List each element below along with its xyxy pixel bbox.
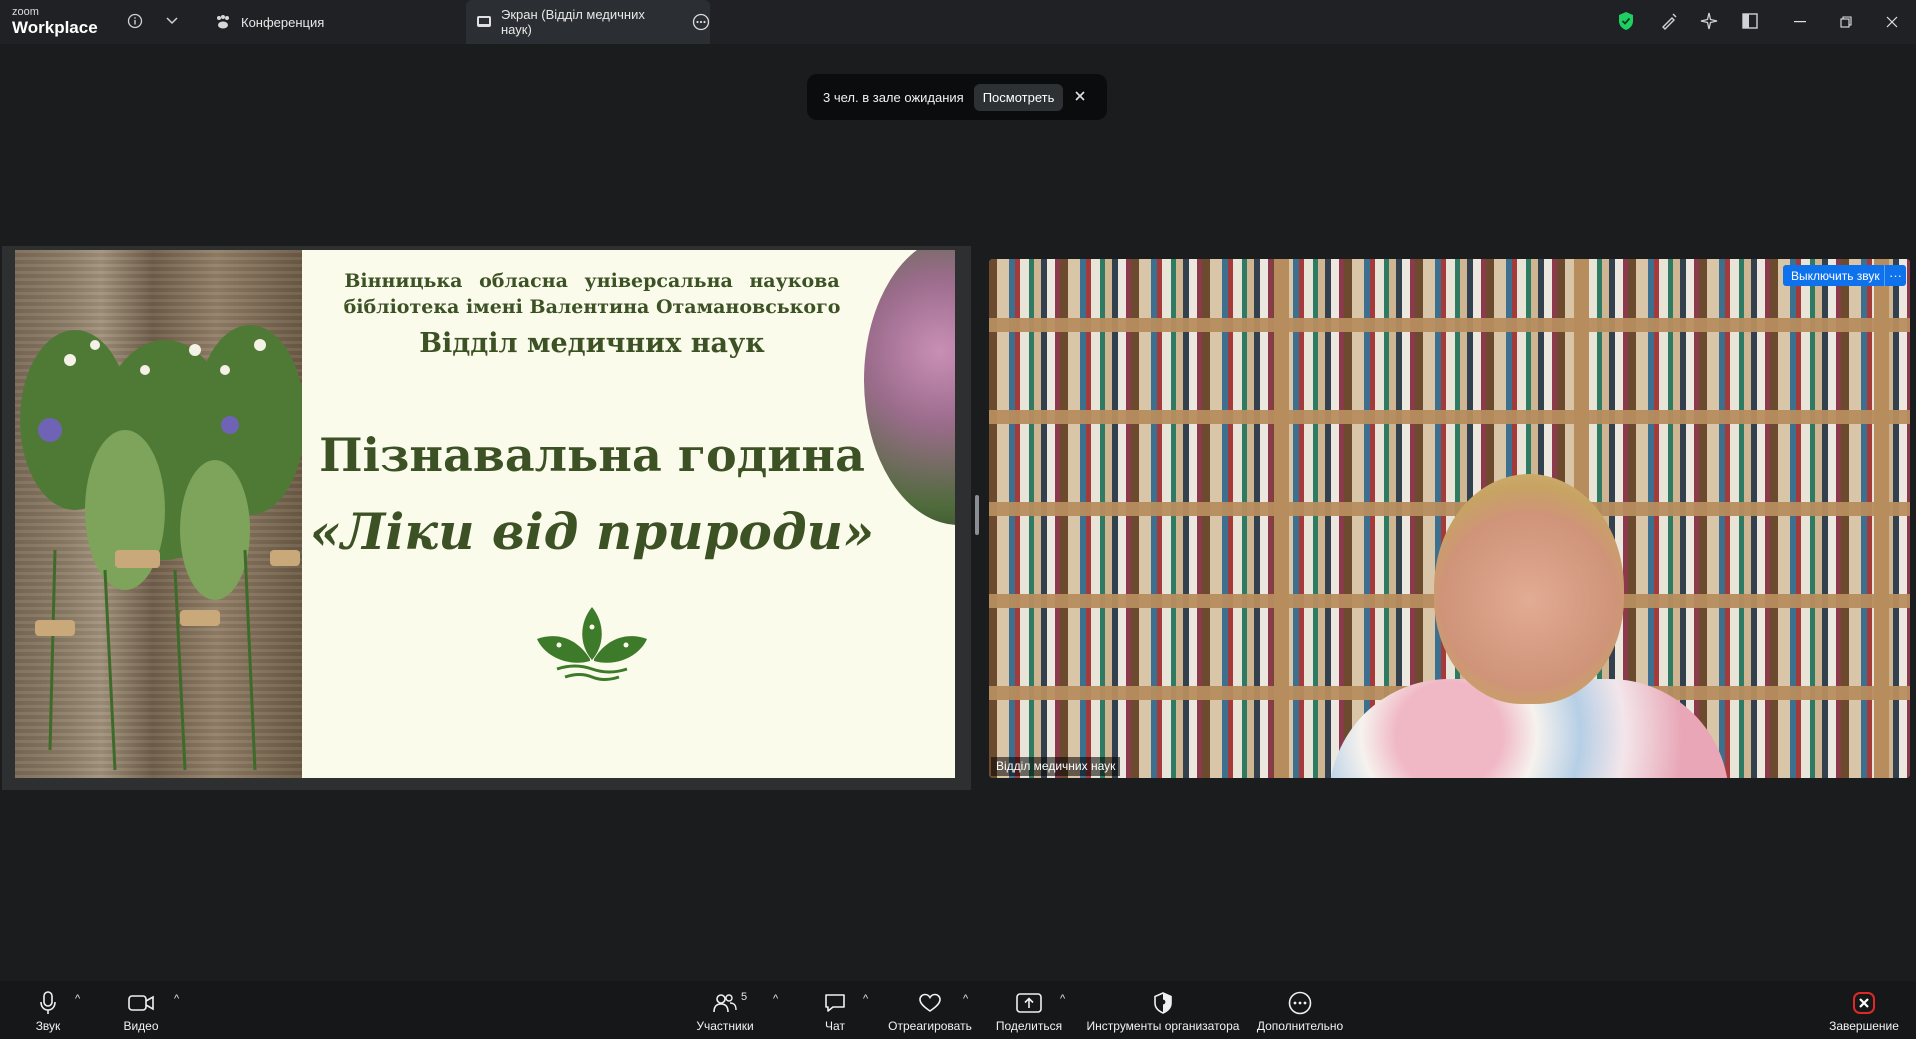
logo-small: zoom xyxy=(12,6,39,18)
participant-name-tag: Відділ медичних наук xyxy=(991,757,1121,776)
react-options-caret-icon[interactable]: ^ xyxy=(963,993,968,1005)
more-options-icon[interactable] xyxy=(692,13,710,31)
participants-count: 5 xyxy=(741,991,748,1003)
tab-conference-label: Конференция xyxy=(241,14,325,30)
host-tools-button[interactable]: Инструменты организатора xyxy=(1085,981,1241,1039)
video-options-caret-icon[interactable]: ^ xyxy=(174,993,179,1005)
meeting-toolbar: Звук ^ Видео ^ Участники 5 ^ Чат ^ Отреа… xyxy=(0,981,1916,1039)
chat-options-caret-icon[interactable]: ^ xyxy=(863,993,868,1005)
audio-button[interactable]: Звук xyxy=(30,981,66,1039)
end-meeting-icon xyxy=(1850,991,1878,1015)
participant-video[interactable] xyxy=(989,259,1910,778)
video-label: Видео xyxy=(123,1019,159,1033)
slide-library-line-2: бібліотека імені Валентина Отамановськог… xyxy=(343,296,841,318)
waiting-room-notice: 3 чел. в зале ожидания Посмотреть xyxy=(807,74,1107,120)
audio-options-caret-icon[interactable]: ^ xyxy=(75,993,80,1005)
chevron-down-icon[interactable] xyxy=(159,8,185,34)
end-meeting-button[interactable]: Завершение xyxy=(1828,981,1900,1039)
more-button[interactable]: Дополнительно xyxy=(1256,981,1344,1039)
host-shield-icon xyxy=(1149,991,1177,1015)
split-view-divider-handle[interactable] xyxy=(975,495,979,535)
participants-options-caret-icon[interactable]: ^ xyxy=(773,993,778,1005)
tab-screen-share[interactable]: Экран (Відділ медичних наук) xyxy=(466,0,710,44)
shared-slide: Вінницька обласна універсальна наукова б… xyxy=(15,250,955,778)
slide-subtitle: «Ліки від природи» xyxy=(309,502,875,561)
slide-library-line-1: Вінницька обласна універсальна наукова xyxy=(344,270,840,292)
participants-label: Участники xyxy=(696,1019,754,1033)
share-screen-icon xyxy=(1015,991,1043,1015)
more-icon xyxy=(1286,991,1314,1015)
close-icon[interactable] xyxy=(1075,88,1085,106)
participants-button[interactable]: Участники xyxy=(692,981,758,1039)
share-label: Поделиться xyxy=(995,1019,1063,1033)
heart-icon xyxy=(916,991,944,1015)
tab-conference[interactable]: Конференция xyxy=(205,0,465,44)
herb-bundles-illustration xyxy=(20,325,302,771)
logo-big: Workplace xyxy=(12,18,98,37)
title-bar: zoom Workplace Конференция Экран (Відділ… xyxy=(0,0,1916,44)
participant-head xyxy=(1434,474,1624,704)
audio-label: Звук xyxy=(35,1019,61,1033)
microphone-icon xyxy=(34,991,62,1015)
participant-more-button[interactable]: ··· xyxy=(1884,265,1906,286)
more-label: Дополнительно xyxy=(1256,1019,1344,1033)
app-logo: zoom Workplace xyxy=(12,6,98,37)
chat-label: Чат xyxy=(825,1019,845,1033)
camera-icon xyxy=(127,991,155,1015)
share-button[interactable]: Поделиться xyxy=(994,981,1064,1039)
annotate-icon[interactable] xyxy=(1656,8,1682,34)
slide-department: Відділ медичних наук xyxy=(419,328,765,359)
view-waiting-room-button[interactable]: Посмотреть xyxy=(973,83,1064,111)
minimize-icon[interactable] xyxy=(1777,0,1823,44)
security-shield-icon[interactable] xyxy=(1613,8,1639,34)
paw-icon xyxy=(215,15,231,29)
participants-icon xyxy=(711,991,739,1015)
side-panel-icon[interactable] xyxy=(1737,8,1763,34)
ai-sparkle-icon[interactable] xyxy=(1696,8,1722,34)
share-options-caret-icon[interactable]: ^ xyxy=(1060,993,1065,1005)
chat-button[interactable]: Чат xyxy=(818,981,852,1039)
video-button[interactable]: Видео xyxy=(120,981,162,1039)
leaf-emblem xyxy=(537,607,647,681)
host-tools-label: Инструменты организатора xyxy=(1086,1019,1240,1033)
tab-screen-share-label: Экран (Відділ медичних наук) xyxy=(501,7,645,37)
close-window-icon[interactable] xyxy=(1869,0,1915,44)
waiting-room-message: 3 чел. в зале ожидания xyxy=(823,89,964,105)
react-button[interactable]: Отреагировать xyxy=(886,981,974,1039)
restore-icon[interactable] xyxy=(1823,0,1869,44)
info-icon[interactable] xyxy=(122,8,148,34)
mute-participant-button[interactable]: Выключить звук xyxy=(1783,265,1888,286)
screen-icon xyxy=(476,15,492,29)
slide-title: Пізнавальна година xyxy=(319,428,865,482)
end-meeting-label: Завершение xyxy=(1829,1019,1899,1033)
chat-icon xyxy=(821,991,849,1015)
react-label: Отреагировать xyxy=(888,1019,972,1033)
